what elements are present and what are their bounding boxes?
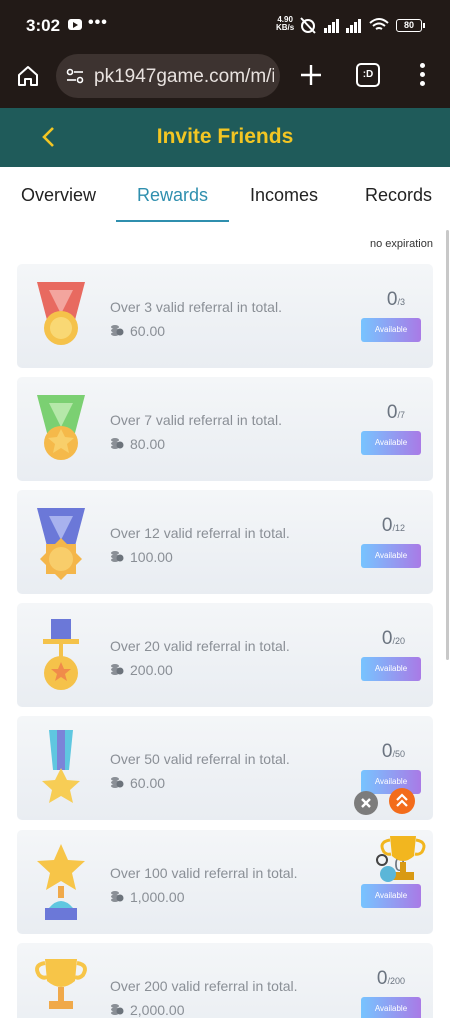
referral-progress: 0/12 — [345, 515, 405, 537]
reward-amount: 80.00 — [130, 436, 166, 452]
medal-red-icon — [37, 282, 85, 345]
star-medal-icon — [42, 730, 80, 803]
coin-icon — [111, 551, 124, 562]
coin-icon — [111, 891, 124, 902]
progress-target: /3 — [397, 297, 405, 307]
tab-switcher-button[interactable]: :D — [356, 63, 380, 87]
coin-icon — [111, 777, 124, 788]
site-settings-icon[interactable] — [66, 68, 84, 84]
page-header: Invite Friends — [0, 108, 450, 167]
tab-rewards[interactable]: Rewards — [137, 185, 208, 206]
signal-wifi-icons — [300, 17, 389, 34]
address-bar[interactable]: pk1947game.com/m/ir — [56, 54, 280, 98]
reward-amount: 60.00 — [130, 775, 166, 791]
page-title: Invite Friends — [156, 125, 294, 148]
referral-progress: 0/200 — [345, 968, 405, 990]
status-time: 3:02 — [26, 16, 61, 35]
tab-bar: Overview Rewards Incomes Records — [0, 167, 450, 223]
reward-title: Over 200 valid referral in total. — [110, 978, 298, 994]
progress-target: /7 — [397, 410, 405, 420]
home-icon[interactable] — [16, 64, 40, 88]
more-notifications-icon: ••• — [88, 14, 108, 31]
reward-amount: 100.00 — [130, 549, 173, 565]
referral-progress: 0/20 — [345, 628, 405, 650]
tab-records[interactable]: Records — [365, 185, 432, 206]
progress-count: 0 — [381, 628, 393, 649]
reward-amount: 2,000.00 — [130, 1002, 185, 1018]
reward-card: Over 12 valid referral in total. 100.00 … — [17, 490, 433, 594]
url-text[interactable]: pk1947game.com/m/ir — [94, 66, 274, 88]
youtube-notification-icon — [68, 19, 82, 30]
referral-progress: 0/3 — [345, 289, 405, 311]
tab-overview[interactable]: Overview — [21, 185, 96, 206]
available-button[interactable]: Available — [361, 657, 421, 681]
medal-green-icon — [37, 395, 85, 460]
star-trophy-icon — [37, 844, 85, 920]
reward-title: Over 12 valid referral in total. — [110, 525, 290, 541]
alarm-off-icon — [300, 17, 316, 34]
progress-count: 0 — [381, 741, 393, 762]
tab-incomes[interactable]: Incomes — [250, 185, 318, 206]
reward-card: Over 7 valid referral in total. 80.00 0/… — [17, 377, 433, 481]
network-speed-unit: KB/s — [276, 23, 295, 32]
progress-count: 0 — [386, 402, 398, 423]
coin-icon — [111, 664, 124, 675]
medal-blue-icon — [37, 508, 85, 580]
status-bar: 3:02 ••• 4.90 KB/s 80 — [0, 0, 450, 48]
expiration-note: no expiration — [370, 238, 433, 250]
referral-progress: 0/7 — [345, 402, 405, 424]
floating-trophy-icon[interactable] — [372, 830, 430, 890]
active-tab-indicator — [116, 220, 229, 222]
coin-icon — [111, 1004, 124, 1015]
network-speed: 4.90 KB/s — [276, 16, 294, 32]
battery-indicator: 80 — [396, 19, 425, 32]
signal-1-icon — [324, 19, 339, 33]
available-button[interactable]: Available — [361, 318, 421, 342]
progress-target: /12 — [392, 523, 405, 533]
floating-close-icon[interactable] — [354, 791, 378, 815]
scrollbar[interactable] — [446, 230, 449, 660]
progress-target: /200 — [387, 976, 405, 986]
reward-amount: 200.00 — [130, 662, 173, 678]
browser-menu-icon[interactable] — [414, 60, 430, 90]
referral-progress: 0/50 — [345, 741, 405, 763]
progress-count: 0 — [386, 289, 398, 310]
reward-title: Over 20 valid referral in total. — [110, 638, 290, 654]
medal-ribbon-icon — [43, 619, 79, 690]
available-button[interactable]: Available — [361, 770, 421, 794]
coin-icon — [111, 438, 124, 449]
progress-count: 0 — [376, 968, 388, 989]
reward-card: Over 20 valid referral in total. 200.00 … — [17, 603, 433, 707]
scroll-to-top-icon[interactable] — [389, 788, 415, 814]
page-bottom — [0, 1018, 450, 1024]
wifi-icon — [369, 18, 389, 30]
browser-toolbar: pk1947game.com/m/ir :D — [0, 48, 450, 108]
reward-card: Over 200 valid referral in total. 2,000.… — [17, 943, 433, 1024]
signal-2-icon — [346, 19, 361, 33]
reward-card: Over 3 valid referral in total. 60.00 0/… — [17, 264, 433, 368]
progress-count: 0 — [381, 515, 393, 536]
reward-title: Over 50 valid referral in total. — [110, 751, 290, 767]
reward-title: Over 3 valid referral in total. — [110, 299, 282, 315]
reward-title: Over 7 valid referral in total. — [110, 412, 282, 428]
new-tab-icon[interactable] — [298, 62, 324, 88]
progress-target: /50 — [392, 749, 405, 759]
progress-target: /20 — [392, 636, 405, 646]
available-button[interactable]: Available — [361, 431, 421, 455]
reward-amount: 60.00 — [130, 323, 166, 339]
coin-icon — [111, 325, 124, 336]
available-button[interactable]: Available — [361, 544, 421, 568]
cup-trophy-icon — [35, 959, 87, 1009]
reward-title: Over 100 valid referral in total. — [110, 865, 298, 881]
reward-card: Over 100 valid referral in total. 1,000.… — [17, 830, 433, 934]
reward-amount: 1,000.00 — [130, 889, 185, 905]
